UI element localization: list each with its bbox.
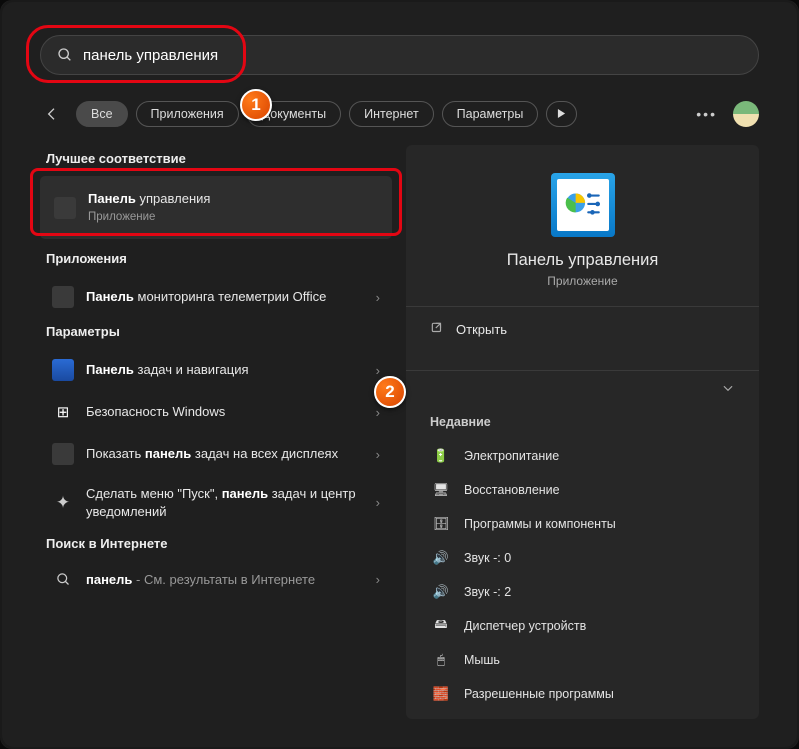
play-icon	[557, 109, 566, 118]
restore-icon: 🖥	[432, 481, 450, 499]
section-settings: Параметры	[46, 324, 392, 339]
section-web: Поиск в Интернете	[46, 536, 392, 551]
back-button[interactable]	[40, 102, 64, 126]
open-icon	[430, 321, 444, 338]
detail-title: Панель управления	[426, 251, 739, 270]
annotation-badge-1: 1	[240, 89, 272, 121]
app-result[interactable]: Панель мониторинга телеметрии Office ›	[40, 276, 392, 318]
recent-header: Недавние	[430, 415, 739, 429]
chevron-right-icon: ›	[376, 447, 380, 462]
search-icon	[52, 572, 74, 587]
sound-icon: 🔊	[432, 583, 450, 601]
shield-icon: ⊞	[52, 401, 74, 423]
avatar[interactable]	[733, 101, 759, 127]
settings-result[interactable]: Показать панель задач на всех дисплеях ›	[40, 433, 392, 475]
recent-item[interactable]: 🖥 Восстановление	[426, 473, 739, 507]
chevron-right-icon: ›	[376, 290, 380, 305]
taskbar-icon	[52, 359, 74, 381]
filter-more-arrow[interactable]	[546, 101, 577, 127]
overflow-menu[interactable]: •••	[688, 106, 725, 122]
programs-icon: 🗄	[432, 515, 450, 533]
filter-internet[interactable]: Интернет	[349, 101, 434, 127]
best-title-rest: управления	[136, 191, 211, 206]
recent-item[interactable]: 🛠Инструменты Windows	[426, 711, 739, 719]
chevron-right-icon: ›	[376, 572, 380, 587]
recent-item-label: Мышь	[464, 653, 500, 667]
settings-result[interactable]: ✦ Сделать меню "Пуск", панель задач и це…	[40, 475, 392, 530]
recent-item-label: Электропитание	[464, 449, 559, 463]
mouse-icon: 🖱	[432, 651, 450, 669]
recent-item[interactable]: 🖱 Мышь	[426, 643, 739, 677]
section-best-match: Лучшее соответствие	[46, 151, 392, 166]
search-icon	[57, 47, 73, 63]
recent-item[interactable]: 🖴 Диспетчер устройств	[426, 609, 739, 643]
recent-item[interactable]: 🔊 Звук -: 0	[426, 541, 739, 575]
sound-icon: 🔊	[432, 549, 450, 567]
search-box[interactable]	[40, 35, 759, 75]
filter-settings[interactable]: Параметры	[442, 101, 539, 127]
display-icon	[52, 443, 74, 465]
best-title-bold: Панель	[88, 191, 136, 206]
best-subtitle: Приложение	[88, 210, 378, 226]
open-label: Открыть	[456, 322, 507, 337]
chevron-right-icon: ›	[376, 495, 380, 510]
recent-item-label: Звук -: 0	[464, 551, 511, 565]
chevron-right-icon: ›	[376, 405, 380, 420]
filter-all[interactable]: Все	[76, 101, 128, 127]
chevron-right-icon: ›	[376, 363, 380, 378]
recent-item-label: Диспетчер устройств	[464, 619, 586, 633]
best-match-result[interactable]: Панель управления Приложение	[40, 176, 392, 239]
expand-toggle[interactable]	[426, 371, 739, 401]
devices-icon: 🖴	[432, 617, 450, 635]
chevron-down-icon	[721, 381, 735, 395]
control-panel-icon	[551, 173, 615, 237]
recent-item-label: Восстановление	[464, 483, 560, 497]
recent-item[interactable]: 🗄 Программы и компоненты	[426, 507, 739, 541]
detail-subtitle: Приложение	[426, 274, 739, 288]
search-input[interactable]	[83, 47, 742, 64]
annotation-badge-2: 2	[374, 376, 406, 408]
app-icon	[52, 286, 74, 308]
recent-item[interactable]: 🔊 Звук -: 2	[426, 575, 739, 609]
web-result[interactable]: панель - См. результаты в Интернете ›	[40, 561, 392, 599]
section-apps: Приложения	[46, 251, 392, 266]
firewall-icon: 🧱	[432, 685, 450, 703]
app-icon	[54, 197, 76, 219]
recent-item[interactable]: 🧱 Разрешенные программы	[426, 677, 739, 711]
settings-result[interactable]: ⊞ Безопасность Windows ›	[40, 391, 392, 433]
detail-panel: Панель управления Приложение Открыть Нед…	[406, 145, 759, 719]
start-icon: ✦	[52, 492, 74, 514]
settings-result[interactable]: Панель задач и навигация ›	[40, 349, 392, 391]
filter-row: Все Приложения Документы Интернет Параме…	[40, 101, 759, 127]
recent-item-label: Разрешенные программы	[464, 687, 614, 701]
recent-item-label: Звук -: 2	[464, 585, 511, 599]
power-icon: 🔋	[432, 447, 450, 465]
recent-item[interactable]: 🔋 Электропитание	[426, 439, 739, 473]
recent-item-label: Программы и компоненты	[464, 517, 616, 531]
filter-apps[interactable]: Приложения	[136, 101, 239, 127]
open-button[interactable]: Открыть	[426, 307, 739, 352]
